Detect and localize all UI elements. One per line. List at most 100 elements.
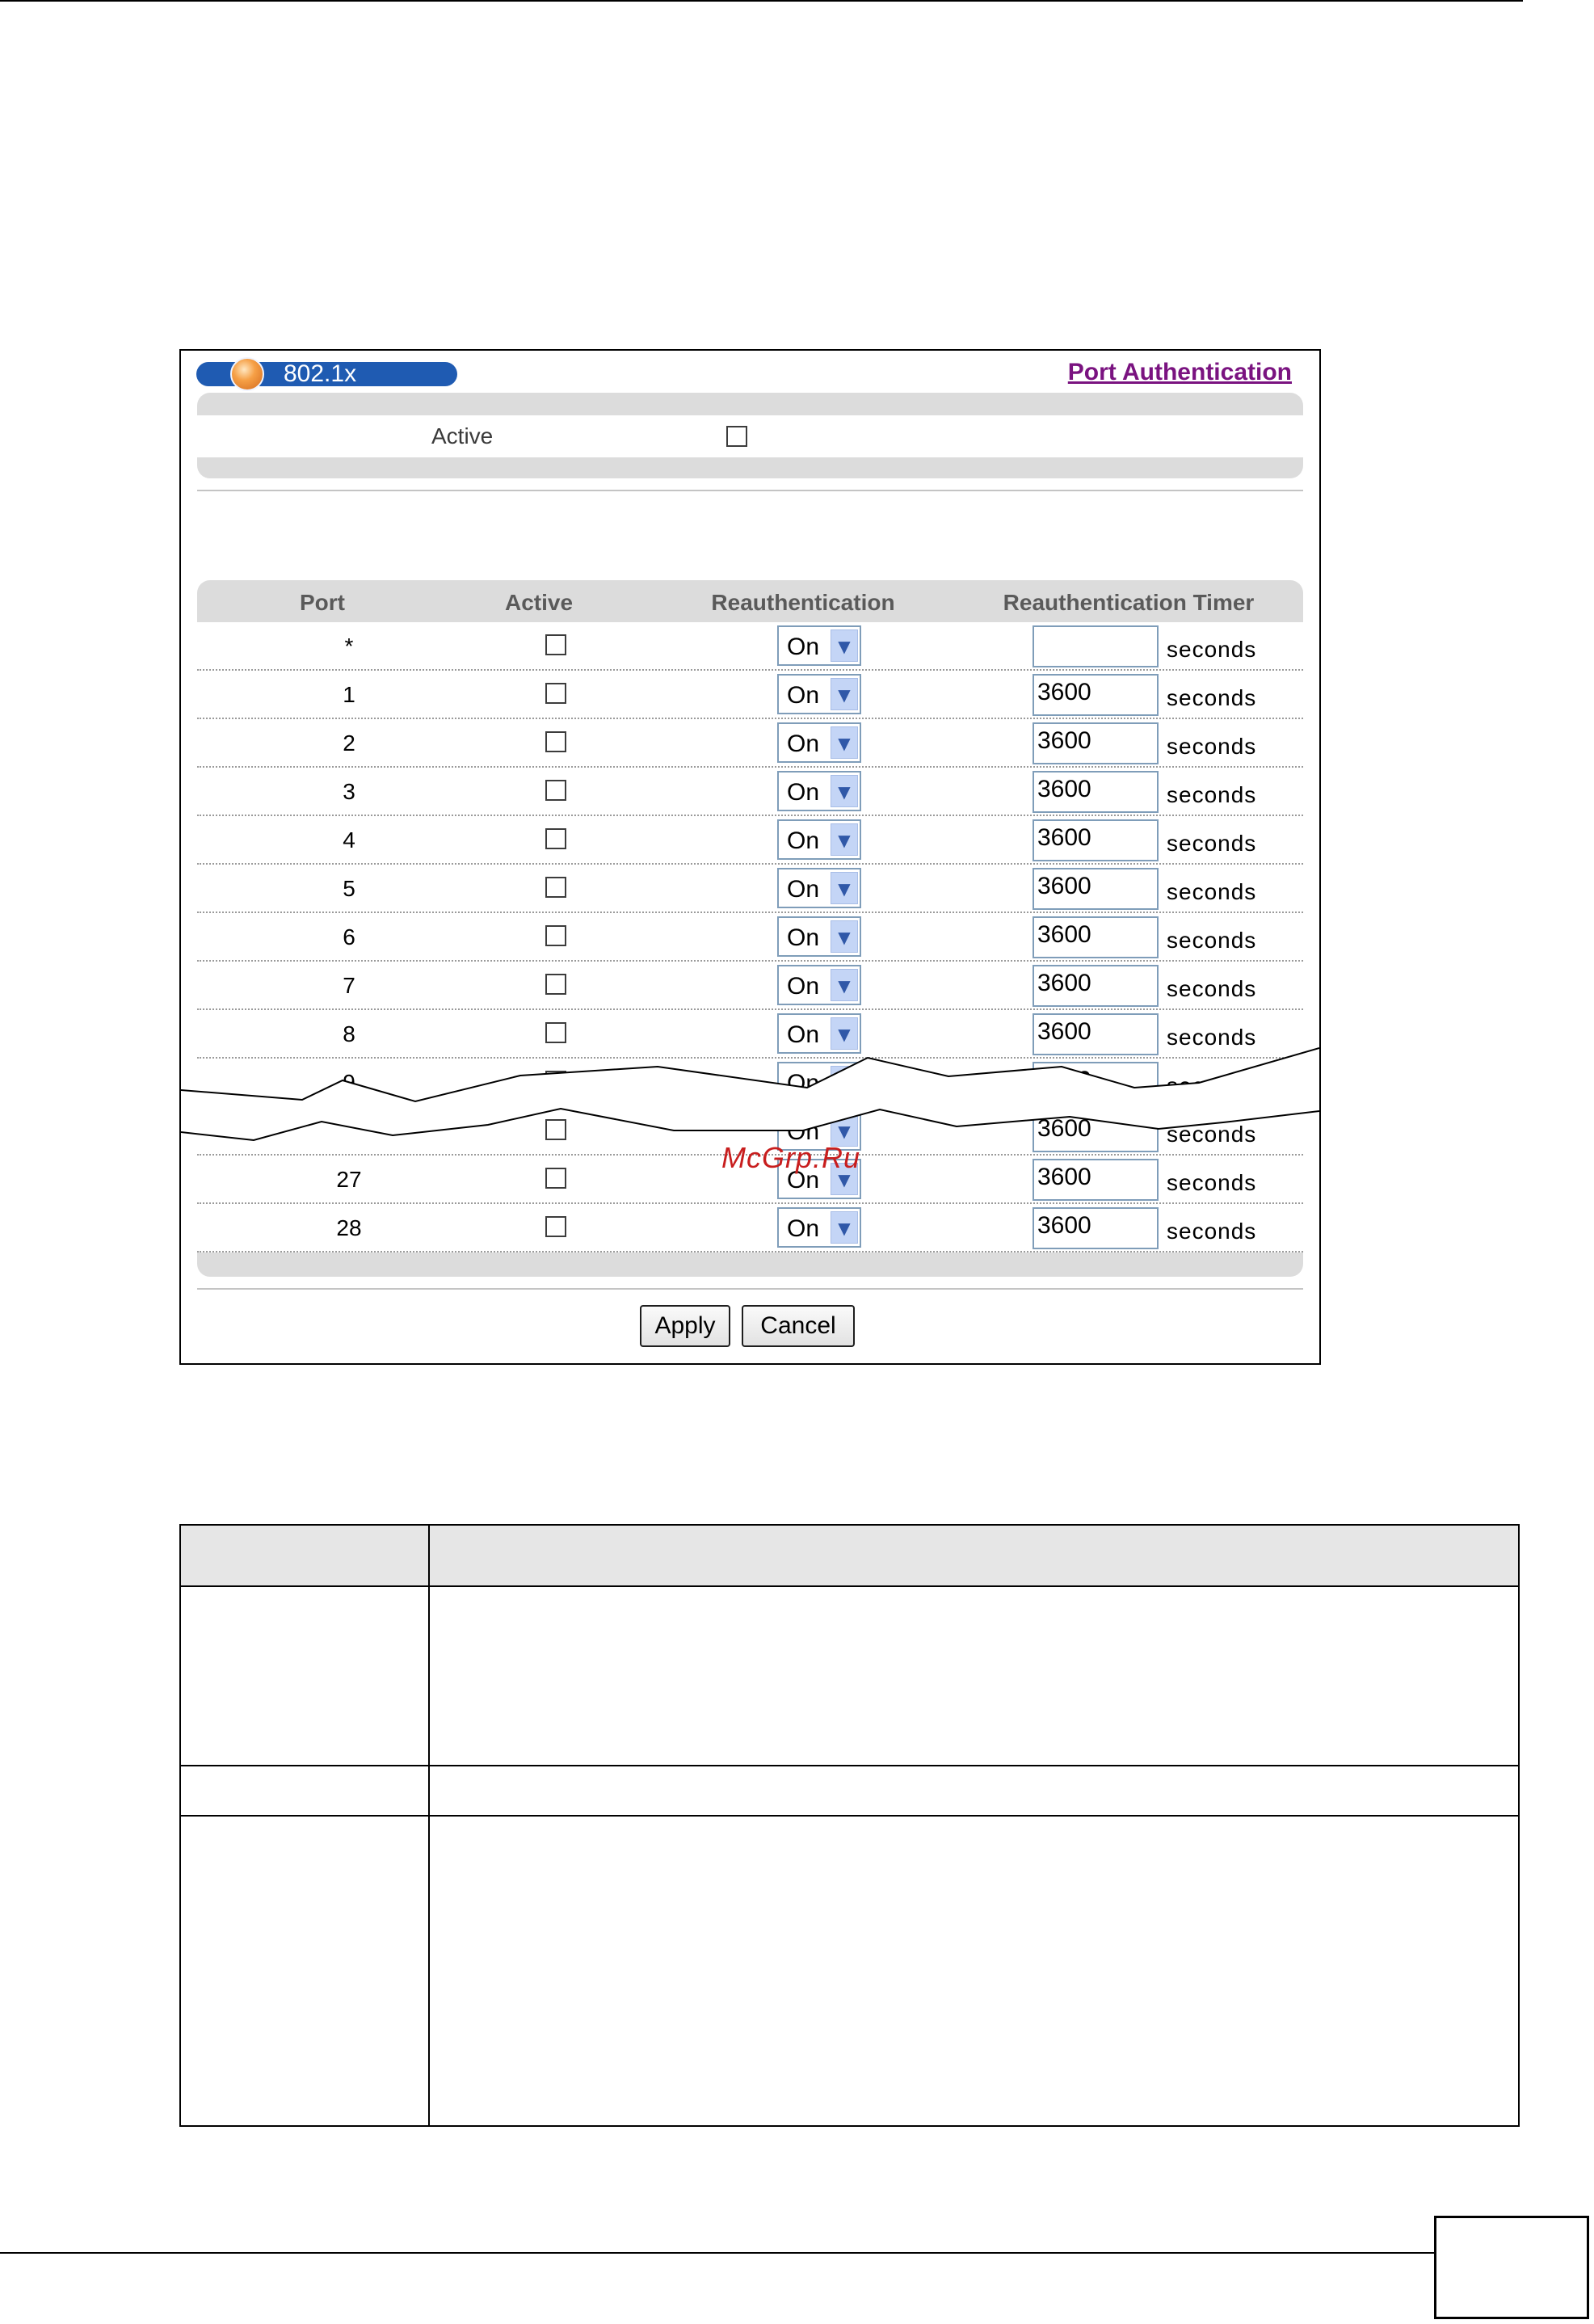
- port-number: 7: [343, 973, 355, 998]
- timer-unit-label: seconds: [1167, 879, 1257, 904]
- apply-button[interactable]: Apply: [640, 1305, 730, 1347]
- table-row: 9 On ▼ 3600 seconds: [197, 1059, 1303, 1107]
- reauthentication-timer-input[interactable]: 3600: [1033, 722, 1159, 764]
- reauthentication-timer-input[interactable]: 3600: [1033, 1062, 1159, 1104]
- port-active-checkbox[interactable]: [545, 828, 566, 849]
- separator: [197, 1288, 1303, 1290]
- reauthentication-value: On: [787, 1215, 820, 1242]
- port-authentication-link[interactable]: Port Authentication: [1068, 359, 1292, 386]
- table-row: 3 On ▼ 3600 seconds: [197, 768, 1303, 816]
- reauthentication-select[interactable]: On ▼: [777, 674, 861, 714]
- timer-unit-label: seconds: [1167, 976, 1257, 1001]
- reauthentication-value: On: [787, 1070, 820, 1097]
- port-active-checkbox[interactable]: [545, 1022, 566, 1043]
- reauthentication-timer-input[interactable]: 3600: [1033, 868, 1159, 910]
- port-active-checkbox[interactable]: [545, 974, 566, 995]
- port-active-checkbox[interactable]: [545, 1168, 566, 1189]
- chevron-down-icon: ▼: [831, 969, 858, 1001]
- reauthentication-timer-input[interactable]: 3600: [1033, 1013, 1159, 1055]
- cancel-button[interactable]: Cancel: [742, 1305, 855, 1347]
- description-table-row-divider: [181, 1815, 1518, 1817]
- reauthentication-value: On: [787, 634, 820, 660]
- reauthentication-select[interactable]: On ▼: [777, 1013, 861, 1054]
- separator: [197, 490, 1303, 491]
- reauthentication-timer-input[interactable]: 3600: [1033, 965, 1159, 1007]
- panel-title: 802.1x: [284, 360, 357, 387]
- header-reauthentication-timer: Reauthentication Timer: [1003, 590, 1255, 615]
- reauthentication-select[interactable]: On ▼: [777, 625, 861, 666]
- port-active-checkbox[interactable]: [545, 1071, 566, 1092]
- chevron-down-icon: ▼: [831, 726, 858, 759]
- description-table-row-divider: [181, 1765, 1518, 1766]
- table-row: 1 On ▼ 3600 seconds: [197, 671, 1303, 719]
- global-active-label: Active: [431, 423, 494, 448]
- reauthentication-value: On: [787, 1021, 820, 1048]
- timer-unit-label: seconds: [1167, 1073, 1257, 1098]
- table-row: 4 On ▼ 3600 seconds: [197, 816, 1303, 865]
- reauthentication-select[interactable]: On ▼: [777, 771, 861, 811]
- title-pill: 802.1x: [196, 357, 457, 391]
- port-number: 6: [343, 924, 355, 949]
- reauthentication-timer-input[interactable]: [1033, 625, 1159, 667]
- timer-unit-label: seconds: [1167, 1170, 1257, 1195]
- reauthentication-timer-input[interactable]: 3600: [1033, 1159, 1159, 1201]
- header-port: Port: [300, 590, 345, 615]
- global-active-checkbox[interactable]: [726, 426, 747, 447]
- table-row: 28 On ▼ 3600 seconds: [197, 1204, 1303, 1253]
- dot1x-screenshot-panel: 802.1x Port Authentication Active Port A…: [179, 349, 1321, 1365]
- reauthentication-select[interactable]: On ▼: [777, 868, 861, 908]
- port-active-checkbox[interactable]: [545, 731, 566, 752]
- chevron-down-icon: ▼: [831, 872, 858, 904]
- port-number: 27: [336, 1167, 362, 1192]
- port-number: 1: [343, 682, 355, 707]
- reauthentication-timer-input[interactable]: 3600: [1033, 1110, 1159, 1152]
- reauthentication-value: On: [787, 730, 820, 757]
- reauthentication-value: On: [787, 973, 820, 1000]
- timer-unit-label: seconds: [1167, 685, 1257, 710]
- table-row: 8 On ▼ 3600 seconds: [197, 1010, 1303, 1059]
- reauthentication-timer-input[interactable]: 3600: [1033, 819, 1159, 861]
- reauthentication-select[interactable]: On ▼: [777, 819, 861, 860]
- description-table-header: [181, 1526, 1518, 1587]
- port-active-checkbox[interactable]: [545, 634, 566, 655]
- header-reauthentication: Reauthentication: [711, 590, 895, 615]
- description-table: [179, 1524, 1520, 2127]
- reauthentication-select[interactable]: On ▼: [777, 1062, 861, 1102]
- port-active-checkbox[interactable]: [545, 1216, 566, 1237]
- header-active: Active: [504, 590, 574, 615]
- reauthentication-timer-input[interactable]: 3600: [1033, 1207, 1159, 1249]
- table-row: * On ▼ seconds: [197, 622, 1303, 671]
- global-active-row: Active: [197, 415, 1303, 457]
- reauthentication-timer-input[interactable]: 3600: [1033, 674, 1159, 716]
- port-active-checkbox[interactable]: [545, 683, 566, 704]
- reauthentication-select[interactable]: On ▼: [777, 722, 861, 763]
- port-active-checkbox[interactable]: [545, 780, 566, 801]
- timer-unit-label: seconds: [1167, 637, 1257, 662]
- chevron-down-icon: ▼: [831, 678, 858, 710]
- timer-unit-label: seconds: [1167, 734, 1257, 759]
- port-number: 4: [343, 827, 355, 853]
- reauthentication-timer-input[interactable]: 3600: [1033, 771, 1159, 813]
- page-top-rule: [0, 0, 1523, 2]
- timer-unit-label: seconds: [1167, 831, 1257, 856]
- reauthentication-select[interactable]: On ▼: [777, 916, 861, 957]
- port-active-checkbox[interactable]: [545, 877, 566, 898]
- port-number: 28: [336, 1215, 362, 1240]
- reauthentication-value: On: [787, 827, 820, 854]
- reauthentication-timer-input[interactable]: 3600: [1033, 916, 1159, 958]
- chevron-down-icon: ▼: [831, 1211, 858, 1244]
- reauthentication-value: On: [787, 876, 820, 903]
- table-row: 2 On ▼ 3600 seconds: [197, 719, 1303, 768]
- reauthentication-value: On: [787, 682, 820, 709]
- chevron-down-icon: ▼: [831, 920, 858, 953]
- port-number: 2: [343, 730, 355, 756]
- port-active-checkbox[interactable]: [545, 925, 566, 946]
- description-table-column-divider: [428, 1526, 430, 2125]
- port-number: *: [344, 634, 354, 659]
- page-bottom-rule: [0, 2252, 1434, 2254]
- reauthentication-select[interactable]: On ▼: [777, 1207, 861, 1248]
- timer-unit-label: seconds: [1167, 1025, 1257, 1050]
- reauthentication-select[interactable]: On ▼: [777, 965, 861, 1005]
- table-row: 6 On ▼ 3600 seconds: [197, 913, 1303, 962]
- port-active-checkbox[interactable]: [545, 1119, 566, 1140]
